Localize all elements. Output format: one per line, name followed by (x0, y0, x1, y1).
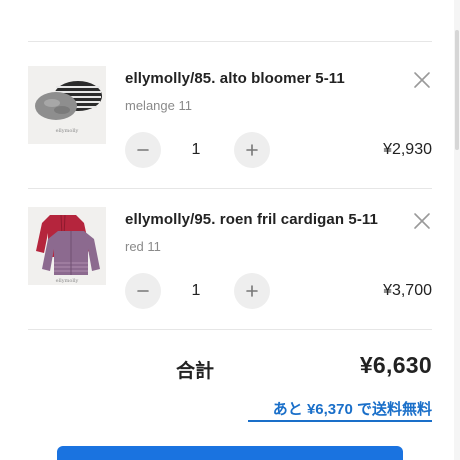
scrollbar[interactable] (454, 0, 460, 460)
close-icon (414, 72, 430, 88)
product-image[interactable]: ellymolly (28, 66, 106, 144)
divider (28, 329, 432, 330)
free-shipping-link[interactable]: あと ¥6,370 で送料無料 (273, 398, 432, 419)
decrease-quantity-button[interactable] (125, 132, 161, 168)
cart-item: ellymolly ellymolly/85. alto bloomer 5-1… (28, 66, 432, 206)
item-price: ¥3,700 (383, 282, 432, 299)
thumb-brand-text: ellymolly (56, 128, 79, 134)
total-label: 合計 (176, 361, 215, 382)
checkout-button[interactable] (57, 446, 403, 460)
total-value: ¥6,630 (359, 352, 432, 378)
close-icon (414, 213, 430, 229)
product-image[interactable]: ellymolly (28, 207, 106, 285)
cart-item: ellymolly ellymolly/95. roen fril cardig… (28, 207, 432, 347)
scrollbar-thumb[interactable] (455, 30, 459, 150)
quantity-value: 1 (191, 282, 201, 299)
increase-quantity-button[interactable] (234, 273, 270, 309)
thumb-brand-text: ellymolly (56, 278, 79, 284)
quantity-value: 1 (191, 141, 201, 158)
minus-icon (137, 290, 149, 292)
minus-icon (137, 149, 149, 151)
divider (28, 188, 432, 189)
product-variant: melange 11 (125, 98, 192, 113)
product-name[interactable]: ellymolly/95. roen fril cardigan 5-11 (125, 211, 378, 228)
product-variant: red 11 (125, 239, 161, 254)
item-price: ¥2,930 (383, 141, 432, 158)
free-shipping-underline (248, 420, 432, 422)
decrease-quantity-button[interactable] (125, 273, 161, 309)
increase-quantity-button[interactable] (234, 132, 270, 168)
product-name[interactable]: ellymolly/85. alto bloomer 5-11 (125, 70, 345, 87)
plus-icon (246, 144, 258, 156)
remove-item-button[interactable] (412, 70, 432, 90)
divider (28, 41, 432, 42)
remove-item-button[interactable] (412, 211, 432, 231)
plus-icon (246, 285, 258, 297)
